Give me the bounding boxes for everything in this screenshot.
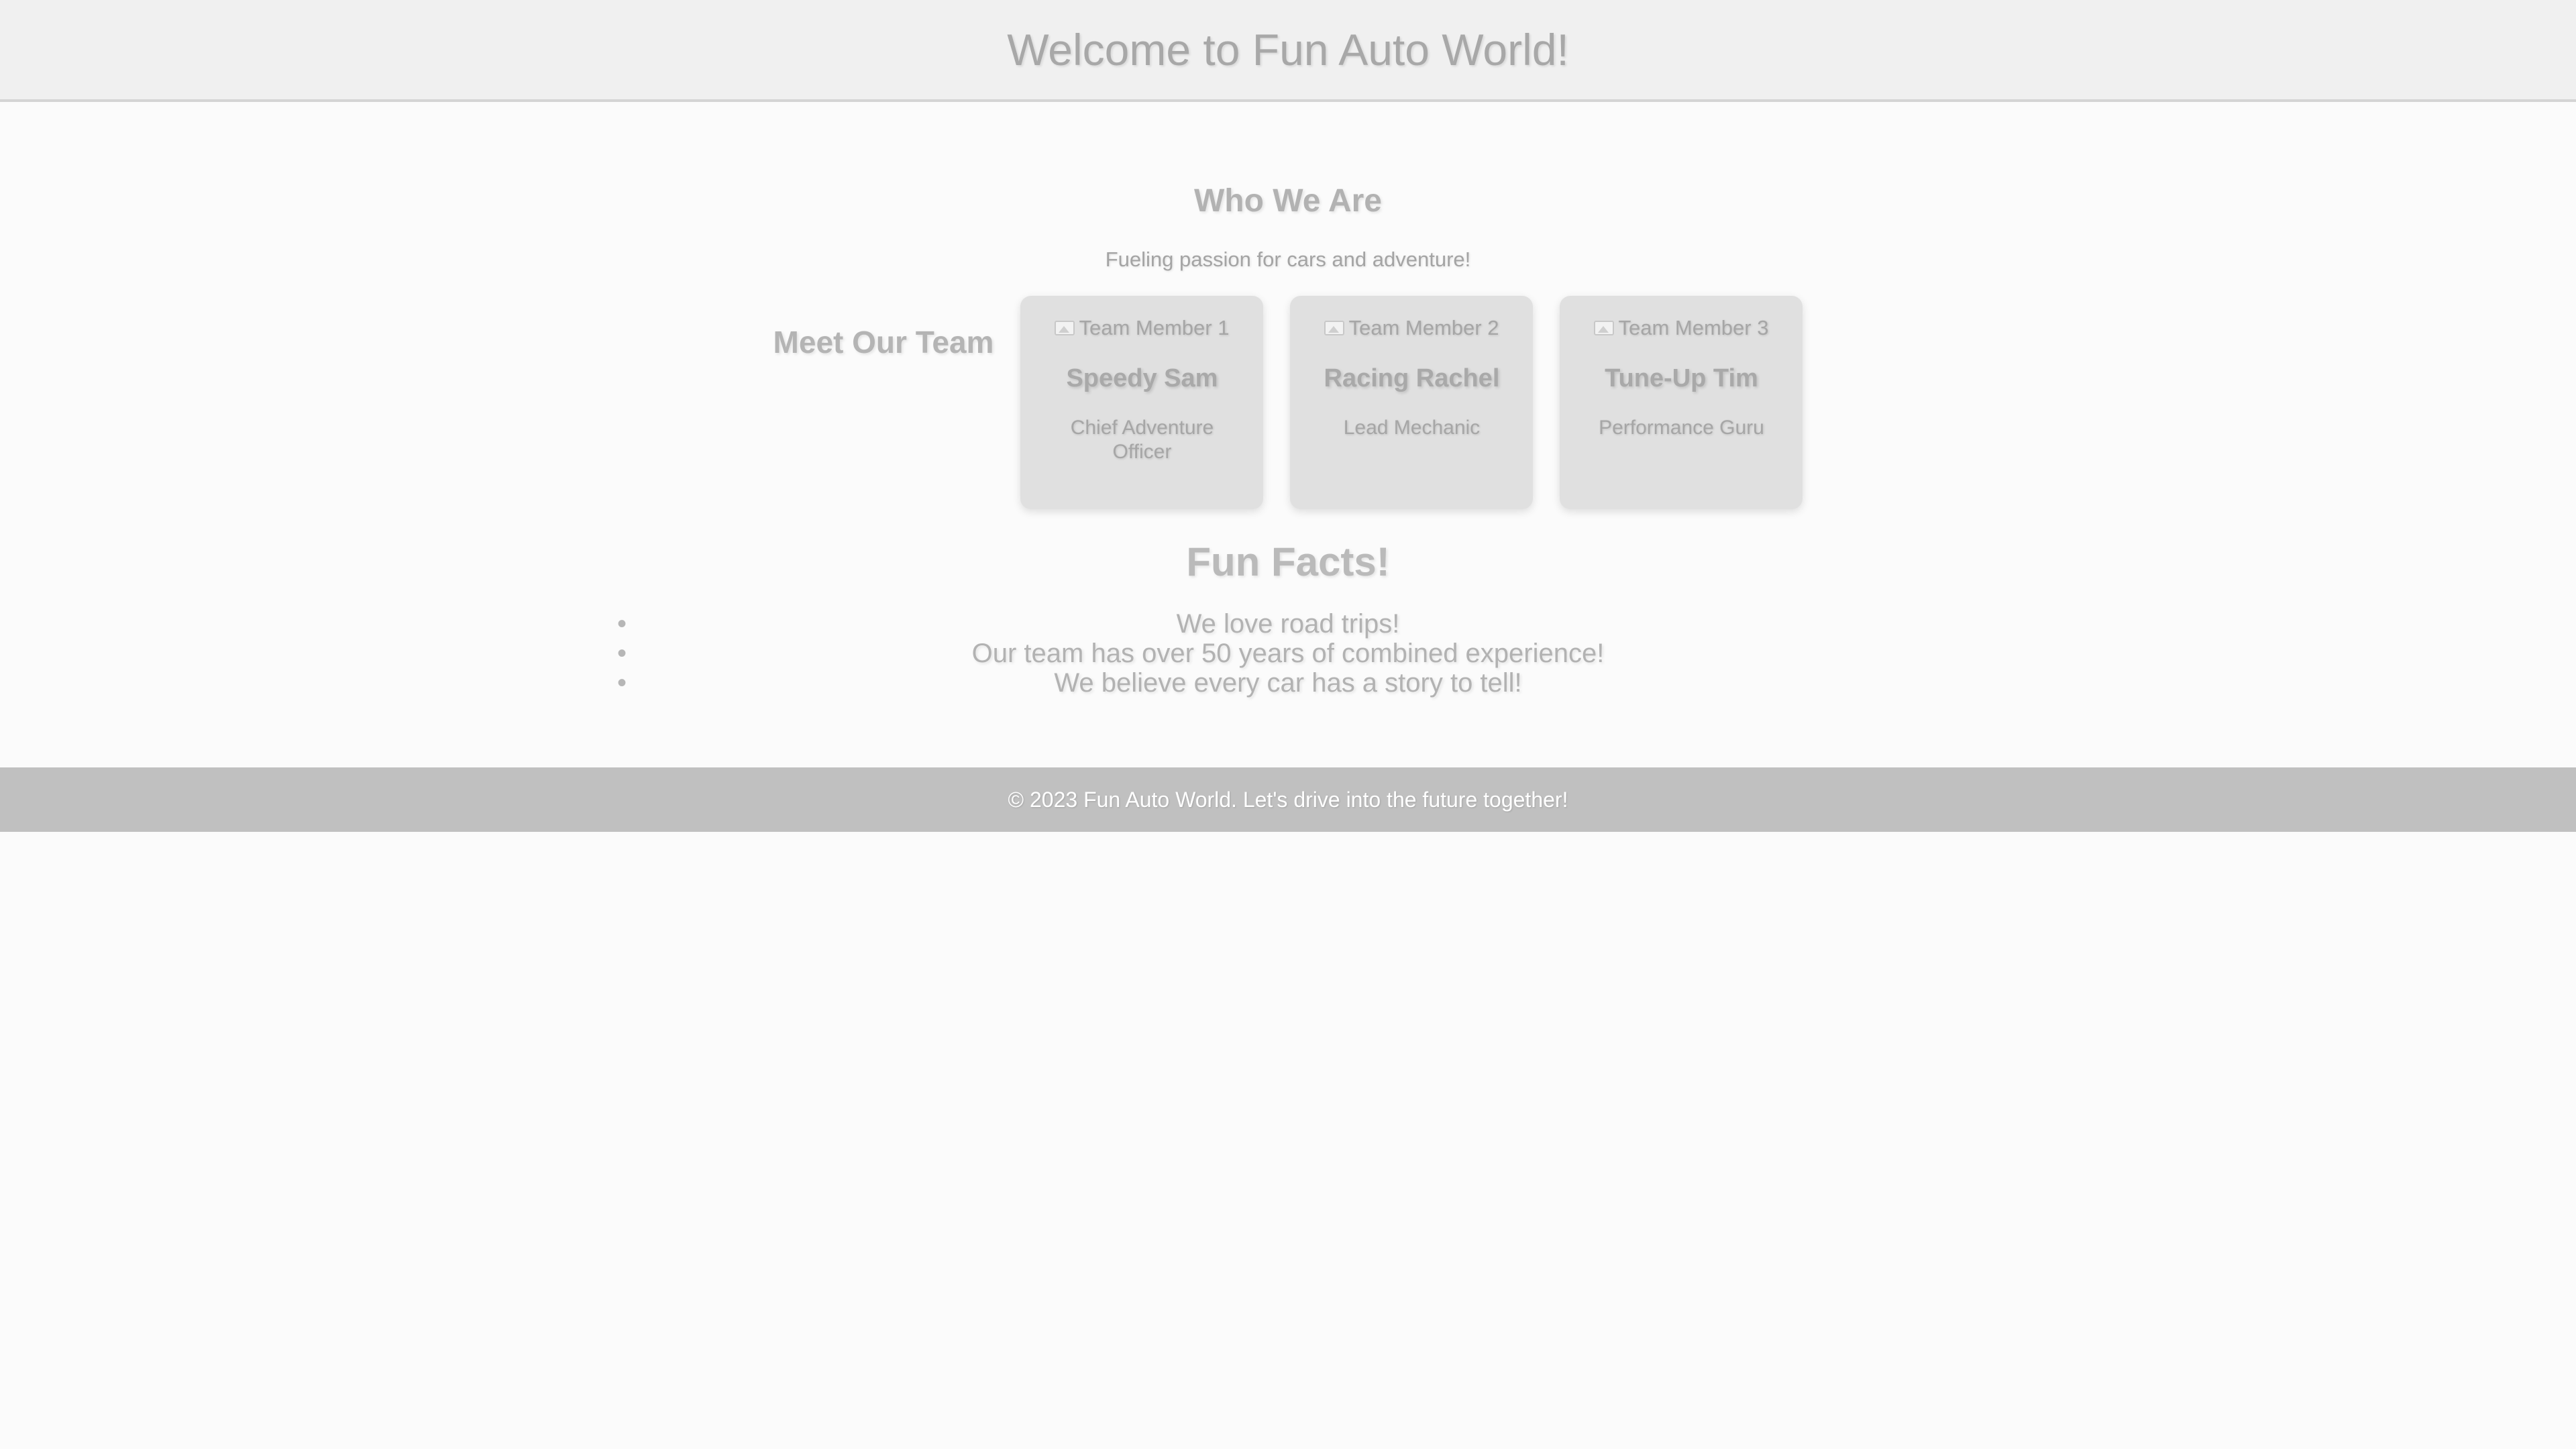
team-member-name: Speedy Sam — [1066, 364, 1218, 392]
fact-text: Our team has over 50 years of combined e… — [971, 639, 1605, 668]
team-title: Meet Our Team — [773, 325, 994, 360]
team-member-photo-alt: Team Member 3 — [1618, 316, 1769, 339]
team-member-role: Performance Guru — [1599, 417, 1764, 439]
fact-text: We believe every car has a story to tell… — [1054, 668, 1522, 698]
team-member-photo-alt: Team Member 1 — [1079, 316, 1230, 339]
fun-facts-title: Fun Facts! — [1186, 539, 1390, 584]
team-member-card: Team Member 1 Speedy Sam Chief Adventure… — [1020, 296, 1264, 509]
team-member-name: Tune-Up Tim — [1605, 364, 1758, 392]
about-title: Who We Are — [1193, 183, 1382, 219]
team-member-card: Team Member 3 Tune-Up Tim Performance Gu… — [1560, 296, 1803, 509]
team-member-name: Racing Rachel — [1324, 364, 1500, 392]
broken-image-icon — [1324, 321, 1345, 335]
team-member-photo: Team Member 1 — [1040, 315, 1243, 341]
list-item: We believe every car has a story to tell… — [604, 668, 1972, 698]
page-title: Welcome to Fun Auto World! — [1007, 25, 1569, 74]
list-item: Our team has over 50 years of combined e… — [604, 639, 1972, 668]
team-section: Meet Our Team Team Member 1 Speedy Sam C… — [0, 296, 2576, 509]
team-member-role: Chief Adventure Officer — [1070, 417, 1214, 463]
site-footer: © 2023 Fun Auto World. Let's drive into … — [0, 767, 2576, 832]
fun-facts-list: We love road trips! Our team has over 50… — [604, 609, 1972, 698]
site-header: Welcome to Fun Auto World! — [0, 0, 2576, 102]
about-section: Who We Are Fueling passion for cars and … — [0, 102, 2576, 272]
fact-text: We love road trips! — [1176, 609, 1400, 639]
broken-image-icon — [1055, 321, 1075, 335]
broken-image-icon — [1594, 321, 1615, 335]
fun-facts-section: Fun Facts! We love road trips! Our team … — [0, 539, 2576, 698]
footer-text: © 2023 Fun Auto World. Let's drive into … — [1008, 787, 1568, 812]
team-member-role: Lead Mechanic — [1343, 417, 1481, 439]
list-item: We love road trips! — [604, 609, 1972, 639]
team-member-photo: Team Member 3 — [1580, 315, 1782, 341]
team-member-photo-alt: Team Member 2 — [1348, 316, 1499, 339]
about-tagline: Fueling passion for cars and adventure! — [1105, 248, 1471, 271]
team-member-photo: Team Member 2 — [1310, 315, 1513, 341]
team-member-card: Team Member 2 Racing Rachel Lead Mechani… — [1290, 296, 1534, 509]
